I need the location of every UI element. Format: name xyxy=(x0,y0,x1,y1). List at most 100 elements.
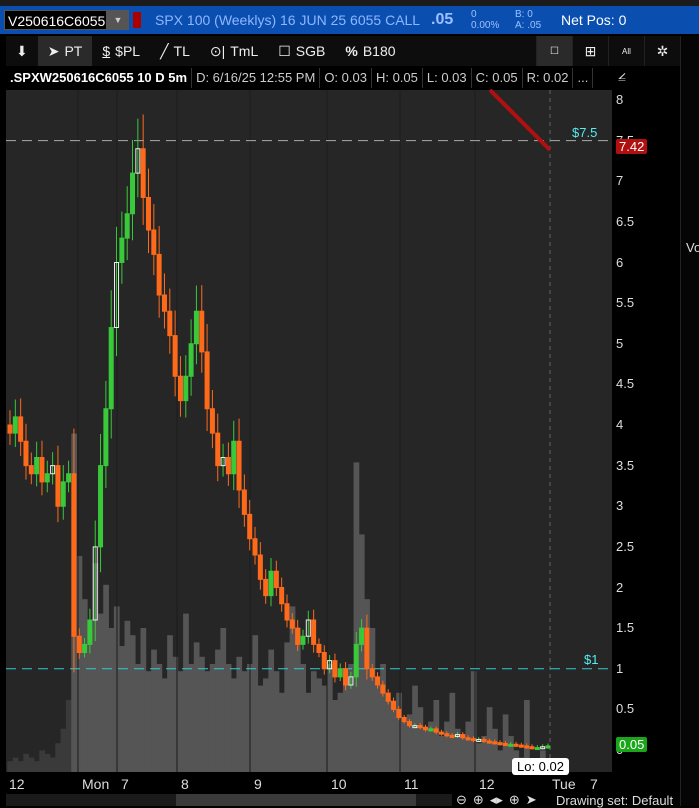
level-label-upper: $7.5 xyxy=(572,125,598,140)
candle-body xyxy=(103,408,109,467)
volume-bar xyxy=(321,685,328,772)
candle-body xyxy=(380,684,386,694)
volume-bar xyxy=(44,754,51,772)
candle-body xyxy=(422,726,428,731)
volume-bar xyxy=(124,620,131,772)
volume-bar xyxy=(161,678,168,772)
volume-bar xyxy=(188,664,195,772)
y-tick-label: 0.5 xyxy=(616,701,635,717)
candle-body xyxy=(119,237,125,263)
y-tick-label: 4.5 xyxy=(616,376,635,392)
volume-bar xyxy=(438,736,445,772)
volume-bar xyxy=(300,664,307,772)
volume-bar xyxy=(476,743,482,772)
volume-bar xyxy=(332,700,338,772)
volume-bar xyxy=(220,628,227,772)
candle-body xyxy=(204,351,210,410)
candle-body xyxy=(34,457,40,475)
y-tick-label: 1.5 xyxy=(616,620,635,636)
volume-bar xyxy=(374,685,381,772)
candle-body xyxy=(268,570,274,597)
volume-bar xyxy=(177,671,184,772)
volume-bar xyxy=(412,685,418,772)
volume-bar xyxy=(65,700,72,772)
y-tick-label: 3 xyxy=(616,498,624,514)
candle-body xyxy=(257,554,263,580)
y-tick-label: 2 xyxy=(616,579,624,595)
volume-bar xyxy=(167,635,173,772)
y-tick-label: 2.5 xyxy=(616,538,635,554)
volume-bar xyxy=(23,754,30,772)
candle-body xyxy=(151,229,157,255)
candle-body xyxy=(199,310,205,353)
candle-body xyxy=(518,744,524,748)
candle-body xyxy=(417,725,423,729)
price-chart[interactable] xyxy=(0,0,699,806)
volume-bar xyxy=(310,671,317,772)
candle-body xyxy=(156,253,162,296)
candle-body xyxy=(273,570,279,588)
candle-body xyxy=(460,734,466,739)
candle-body xyxy=(193,310,199,345)
volume-bar xyxy=(60,728,67,772)
candle-body xyxy=(300,635,306,645)
x-tick-label: 10 xyxy=(331,776,347,792)
x-tick-label: 7 xyxy=(590,776,598,792)
candle-body xyxy=(28,465,34,475)
candle-body xyxy=(279,587,285,605)
candle-body xyxy=(529,746,535,750)
volume-bar xyxy=(81,599,88,772)
volume-bar xyxy=(236,656,243,772)
candle-body xyxy=(60,481,66,507)
candle-body xyxy=(364,627,370,670)
candle-body xyxy=(124,213,130,239)
scrollbar-thumb[interactable] xyxy=(176,794,416,806)
y-tick-label: 3.5 xyxy=(616,457,635,473)
volume-bar xyxy=(273,671,280,772)
y-tick-label: 6.5 xyxy=(616,213,635,229)
candle-body xyxy=(252,538,258,556)
candle-body xyxy=(295,627,301,645)
candle-body xyxy=(385,692,391,702)
candle-body xyxy=(534,747,540,751)
candle-body xyxy=(140,148,146,198)
volume-bar xyxy=(279,692,285,772)
volume-bar xyxy=(353,462,360,772)
candle-body xyxy=(225,457,231,475)
candle-body xyxy=(55,465,61,507)
volume-bar xyxy=(449,692,456,772)
volume-bar xyxy=(465,721,472,772)
candle-body xyxy=(321,652,327,670)
right-panel: Vo xyxy=(680,36,699,806)
candle-body xyxy=(241,489,247,515)
volume-bar xyxy=(55,743,62,772)
candle-body xyxy=(502,743,508,746)
candle-body xyxy=(44,473,50,483)
candle-body xyxy=(391,700,397,710)
volume-bar xyxy=(433,700,440,772)
candle-body xyxy=(433,728,439,733)
volume-bar xyxy=(470,671,477,772)
y-tick-label: 6 xyxy=(616,254,624,270)
candle-body xyxy=(183,375,189,402)
volume-bar xyxy=(390,707,397,772)
candle-body xyxy=(145,197,151,231)
volume-bar xyxy=(316,678,323,772)
candle-body xyxy=(177,375,183,402)
candle-body xyxy=(289,619,295,629)
volume-bar xyxy=(417,707,424,772)
volume-bar xyxy=(284,642,291,772)
x-tick-label: 12 xyxy=(479,776,495,792)
volume-bar xyxy=(326,664,333,772)
y-tick-label: 7 xyxy=(616,173,624,189)
right-panel-label: Vo xyxy=(686,240,699,255)
x-tick-label: 7 xyxy=(121,776,129,792)
candle-body xyxy=(7,424,13,434)
x-tick-label: 11 xyxy=(404,776,419,792)
volume-bar xyxy=(97,613,104,772)
volume-bar xyxy=(119,646,125,772)
candle-body xyxy=(428,728,434,732)
candle-body xyxy=(369,668,375,678)
volume-bar xyxy=(231,678,237,772)
candle-body xyxy=(39,457,45,483)
